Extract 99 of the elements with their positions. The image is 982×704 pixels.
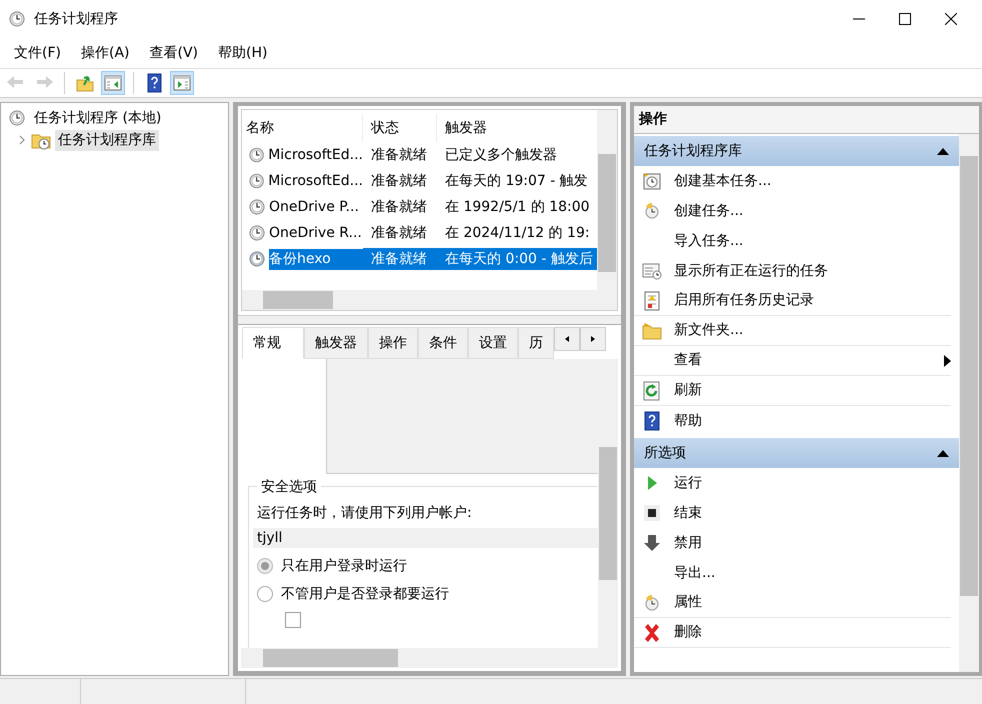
action-link[interactable]: 启用所有任务历史记录 — [674, 290, 814, 311]
section-header[interactable]: 任务计划程序库 — [634, 136, 959, 166]
label: 运行任务时，请使用下列用户帐户: — [257, 504, 473, 523]
clock-icon — [248, 224, 266, 242]
table-cell-text: 在每天的 19:07 - 触发 — [444, 172, 589, 191]
window-clock-icon — [642, 261, 662, 281]
collapse-icon[interactable] — [937, 147, 949, 155]
expander-icon[interactable] — [17, 135, 27, 145]
checkbox[interactable] — [285, 612, 301, 628]
action-link[interactable]: 禁用 — [674, 532, 702, 554]
left-arrow-icon — [564, 334, 570, 343]
menu-item[interactable]: 查看(V) — [140, 38, 208, 68]
task-row[interactable]: OneDrive P... 准备就绪 在 1992/5/1 的 18:00 — [242, 194, 597, 220]
action-link[interactable]: 属性 — [674, 592, 702, 613]
help-icon — [642, 411, 662, 431]
column-header[interactable]: 触发器 — [437, 114, 597, 142]
tab[interactable]: 历 — [518, 327, 554, 359]
column-header[interactable]: 状态 — [363, 114, 437, 142]
pane-title: 操作 — [634, 106, 979, 134]
action-link[interactable]: 刷新 — [674, 380, 702, 401]
table-cell-text: 准备就绪 — [370, 146, 428, 165]
radio-button[interactable] — [257, 586, 273, 602]
menu-item[interactable]: 操作(A) — [70, 38, 140, 68]
table-cell-text: 在 2024/11/12 的 19: — [444, 224, 591, 243]
table-cell: 备份hexo — [269, 248, 363, 270]
table-cell-text: 准备就绪 — [370, 224, 428, 243]
clock-icon — [7, 108, 27, 128]
horizontal-scrollbar[interactable] — [242, 290, 617, 310]
vertical-scrollbar[interactable] — [597, 110, 617, 290]
clock-icon — [248, 250, 266, 268]
down-arrow-icon — [642, 533, 662, 553]
action-link[interactable]: 创建任务... — [674, 200, 744, 222]
clock-icon — [248, 146, 266, 164]
horizontal-scrollbar[interactable] — [241, 648, 618, 668]
tab-scroll-left-button[interactable] — [554, 327, 580, 351]
table-cell-text: 准备就绪 — [370, 198, 428, 217]
toolbar-button[interactable] — [170, 71, 194, 95]
clock-icon — [8, 10, 26, 28]
tree-item[interactable]: 任务计划程序库 — [55, 130, 159, 150]
delete-icon — [642, 622, 662, 642]
section-title: 任务计划程序库 — [644, 142, 742, 160]
menu-item[interactable]: 帮助(H) — [208, 38, 278, 68]
table-cell-text: OneDrive R... — [269, 224, 363, 242]
action-link[interactable]: 新文件夹... — [674, 320, 744, 341]
tab[interactable]: 条件 — [418, 327, 468, 359]
action-link[interactable]: 导出... — [674, 562, 716, 584]
column-header[interactable]: 名称 — [242, 114, 363, 142]
action-link[interactable]: 导入任务... — [674, 230, 744, 252]
action-link[interactable]: 创建基本任务... — [674, 170, 772, 192]
action-link[interactable]: 查看 — [674, 350, 702, 371]
table-cell-text: OneDrive P... — [269, 198, 360, 216]
table-cell: 在每天的 0:00 - 触发后 — [437, 248, 597, 270]
stop-icon — [642, 503, 662, 523]
task-row[interactable]: OneDrive R... 准备就绪 在 2024/11/12 的 19: — [242, 220, 597, 246]
action-link[interactable]: 删除 — [674, 622, 702, 643]
pane-toggle-icon — [172, 73, 192, 93]
tab-scroll-right-button[interactable] — [580, 327, 606, 351]
refresh-icon — [642, 380, 662, 400]
action-link[interactable]: 帮助 — [674, 410, 702, 432]
clock-icon — [248, 198, 266, 216]
menu-item[interactable]: 文件(F) — [4, 38, 71, 68]
pane-toggle-icon — [103, 73, 123, 93]
right-arrow-icon — [590, 334, 596, 343]
task-row[interactable]: MicrosoftEd... 准备就绪 已定义多个触发器 — [242, 142, 597, 168]
table-cell-text: MicrosoftEd... — [268, 172, 363, 190]
notebook-icon — [642, 290, 662, 310]
tab[interactable]: 设置 — [468, 327, 518, 359]
radio-button[interactable] — [257, 558, 273, 574]
splitter[interactable] — [238, 315, 621, 325]
toolbar-button[interactable] — [101, 71, 125, 95]
calendar-clock-icon — [642, 171, 662, 191]
table-cell-text: 准备就绪 — [370, 172, 428, 191]
section-header[interactable]: 所选项 — [634, 438, 959, 468]
folder-up-icon — [75, 73, 95, 93]
table-cell-text: 在 1992/5/1 的 18:00 — [444, 198, 591, 217]
radio-label: 只在用户登录时运行 — [281, 556, 407, 576]
tab[interactable]: 操作 — [368, 327, 418, 359]
radio-label: 不管用户是否登录都要运行 — [281, 584, 449, 604]
table-cell-text: 已定义多个触发器 — [444, 146, 558, 165]
task-row[interactable]: MicrosoftEd... 准备就绪 在每天的 19:07 - 触发 — [242, 168, 597, 194]
folder-icon — [642, 320, 662, 340]
table-cell: 准备就绪 — [363, 248, 437, 270]
close-icon[interactable] — [945, 13, 957, 25]
account-field: tjyll — [253, 528, 598, 548]
tab[interactable]: 触发器 — [304, 327, 368, 359]
vertical-scrollbar[interactable] — [959, 134, 979, 672]
clock-icon — [248, 172, 266, 190]
action-link[interactable]: 显示所有正在运行的任务 — [674, 260, 828, 282]
action-link[interactable]: 运行 — [674, 472, 702, 494]
tree-item[interactable]: 任务计划程序 (本地) — [31, 108, 164, 128]
collapse-icon[interactable] — [937, 449, 949, 457]
window-title: 任务计划程序 — [34, 10, 118, 28]
task-row[interactable]: 备份hexo 准备就绪 在每天的 0:00 - 触发后 — [242, 246, 597, 272]
section-title: 所选项 — [644, 444, 686, 462]
vertical-scrollbar[interactable] — [598, 359, 618, 648]
maximize-icon[interactable] — [899, 13, 911, 25]
tab[interactable]: 常规 — [242, 327, 304, 359]
action-link[interactable]: 结束 — [674, 502, 702, 524]
table-cell-text: MicrosoftEd... — [268, 146, 363, 164]
